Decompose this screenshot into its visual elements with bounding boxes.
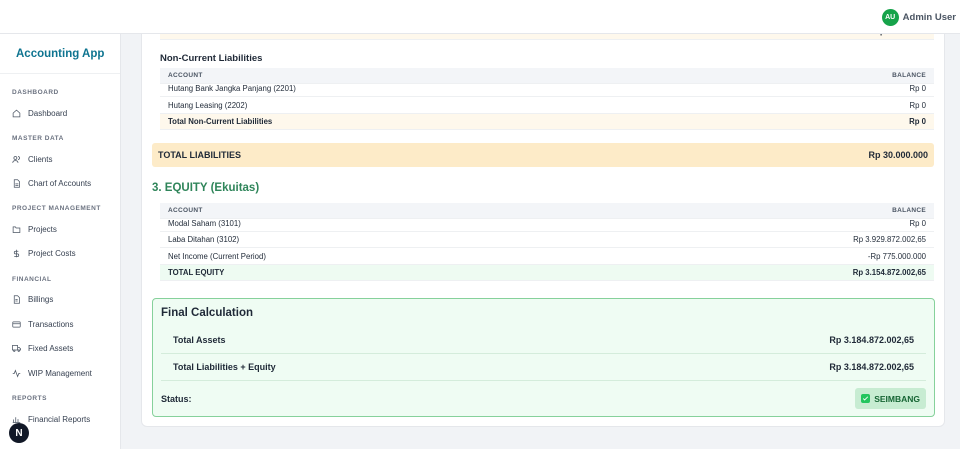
sidebar-item-chart-of-accounts[interactable]: Chart of Accounts — [12, 175, 112, 191]
status-value: SEIMBANG — [874, 393, 920, 404]
users-icon — [12, 155, 21, 164]
app-brand[interactable]: Accounting App — [16, 48, 104, 60]
total-assets-value: Rp 3.184.872.002,65 — [829, 335, 914, 345]
sidebar-item-financial-reports[interactable]: Financial Reports — [12, 411, 112, 427]
table-row: Laba Ditahan (3102) Rp 3.929.872.002,65 — [160, 232, 934, 248]
sidebar: Accounting App DASHBOARD Dashboard MASTE… — [0, 34, 121, 449]
activity-icon — [12, 368, 21, 378]
account-name: Hutang Leasing (2202) — [168, 101, 248, 110]
account-balance: Rp 0 — [909, 84, 926, 93]
top-bar: AU Admin User — [0, 0, 960, 34]
total-equity-row: TOTAL EQUITY Rp 3.154.872.002,65 — [160, 265, 934, 281]
section-title-financial: FINANCIAL — [12, 276, 52, 283]
total-liabilities-bar: TOTAL LIABILITIES Rp 30.000.000 — [152, 143, 934, 167]
column-header-account: ACCOUNT — [168, 207, 203, 214]
sidebar-item-project-costs[interactable]: Project Costs — [12, 245, 112, 261]
non-current-liabilities-title: Non-Current Liabilities — [160, 53, 263, 64]
check-icon — [861, 394, 871, 403]
sidebar-item-label: Projects — [28, 224, 57, 234]
equity-section-title: 3. EQUITY (Ekuitas) — [152, 182, 260, 194]
home-icon — [12, 109, 21, 118]
final-calculation-panel: Final Calculation Total Assets Rp 3.184.… — [152, 298, 935, 417]
total-non-current-liabilities-row: Total Non-Current Liabilities Rp 0 — [160, 114, 934, 130]
total-liabilities-equity-row: Total Liabilities + Equity Rp 3.184.872.… — [161, 354, 926, 381]
receipt-icon — [12, 294, 21, 304]
sidebar-item-label: Fixed Assets — [28, 343, 74, 353]
total-label: Total Non-Current Liabilities — [168, 117, 273, 126]
total-label: TOTAL EQUITY — [168, 268, 225, 277]
status-badge: SEIMBANG — [855, 388, 926, 409]
document-icon — [12, 178, 21, 188]
final-calculation-title: Final Calculation — [161, 307, 254, 319]
total-liabilities-equity-label: Total Liabilities + Equity — [173, 362, 276, 372]
total-assets-row: Total Assets Rp 3.184.872.002,65 — [161, 327, 926, 354]
credit-card-icon — [12, 320, 21, 329]
account-name: Hutang Bank Jangka Panjang (2201) — [168, 84, 296, 93]
total-value: Rp 0 — [909, 117, 926, 126]
dollar-icon — [12, 249, 21, 258]
section-title-project-management: PROJECT MANAGEMENT — [12, 205, 101, 212]
table-row: Hutang Bank Jangka Panjang (2201) Rp 0 — [160, 81, 934, 97]
account-name: Laba Ditahan (3102) — [168, 235, 240, 244]
column-header-balance: BALANCE — [892, 207, 926, 214]
folder-icon — [12, 225, 21, 234]
table-row: Modal Saham (3101) Rp 0 — [160, 216, 934, 232]
sidebar-item-label: Transactions — [28, 319, 74, 329]
account-balance: Rp 3.929.872.002,65 — [853, 235, 926, 244]
total-liabilities-equity-value: Rp 3.184.872.002,65 — [829, 362, 914, 372]
sidebar-item-label: Chart of Accounts — [28, 178, 92, 188]
sidebar-item-billings[interactable]: Billings — [12, 291, 112, 307]
brand-divider — [0, 73, 120, 74]
total-value: Rp 3.154.872.002,65 — [852, 268, 926, 277]
account-name: Modal Saham (3101) — [168, 219, 241, 228]
table-row: Net Income (Current Period) -Rp 775.000.… — [160, 249, 934, 265]
sidebar-item-projects[interactable]: Projects — [12, 221, 112, 237]
sidebar-item-label: Financial Reports — [28, 414, 91, 424]
sidebar-item-label: Billings — [28, 294, 54, 304]
section-title-reports: REPORTS — [12, 395, 47, 402]
total-assets-label: Total Assets — [173, 335, 226, 345]
account-balance: Rp 0 — [909, 101, 926, 110]
section-title-dashboard: DASHBOARD — [12, 89, 59, 96]
sidebar-item-label: WIP Management — [28, 368, 92, 378]
column-header-account: ACCOUNT — [168, 72, 203, 79]
sidebar-item-label: Dashboard — [28, 108, 68, 118]
section-title-master-data: MASTER DATA — [12, 135, 64, 142]
sidebar-item-fixed-assets[interactable]: Fixed Assets — [12, 340, 112, 356]
account-balance: Rp 0 — [909, 219, 926, 228]
user-menu[interactable]: AU Admin User — [881, 8, 956, 26]
sidebar-item-wip-management[interactable]: WIP Management — [12, 365, 112, 381]
avatar[interactable]: AU — [881, 8, 899, 26]
table-row: Hutang Leasing (2202) Rp 0 — [160, 98, 934, 114]
sidebar-item-label: Clients — [28, 154, 53, 164]
username[interactable]: Admin User — [903, 12, 956, 23]
column-header-balance: BALANCE — [892, 72, 926, 79]
status-label: Status: — [161, 394, 192, 404]
floating-action-button[interactable]: N — [9, 423, 29, 443]
account-balance: -Rp 775.000.000 — [867, 252, 926, 261]
sidebar-item-label: Project Costs — [28, 248, 76, 258]
sidebar-item-dashboard[interactable]: Dashboard — [12, 105, 112, 121]
total-liabilities-value: Rp 30.000.000 — [868, 150, 928, 160]
account-name: Net Income (Current Period) — [168, 252, 266, 261]
sidebar-item-clients[interactable]: Clients — [12, 151, 112, 167]
truck-icon — [12, 344, 21, 353]
sidebar-item-transactions[interactable]: Transactions — [12, 316, 112, 332]
total-liabilities-label: TOTAL LIABILITIES — [158, 150, 241, 160]
